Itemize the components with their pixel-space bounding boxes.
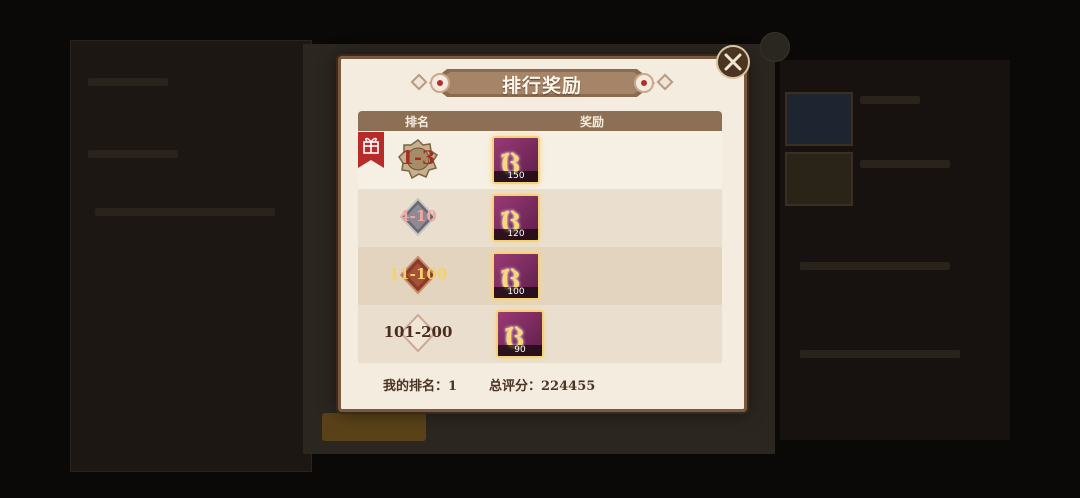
background-text [860, 96, 920, 104]
title-banner: 排行奖励 [410, 67, 674, 99]
header-reward: 奖励 [580, 115, 605, 129]
background-text [860, 160, 950, 168]
background-button [322, 413, 426, 441]
gift-tag-icon [358, 132, 384, 168]
my-rank: 我的排名：1 [383, 375, 457, 394]
header-rank: 排名 [405, 115, 430, 129]
reward-count: 120 [494, 229, 538, 240]
score-label: 总评分： [489, 379, 542, 394]
background-tile [785, 152, 853, 206]
reward-item[interactable]: ც 90 [496, 310, 544, 358]
background-close-icon [760, 32, 790, 62]
table-header: 排名 奖励 [358, 111, 722, 131]
reward-count: 100 [494, 287, 538, 298]
reward-count: 150 [494, 171, 538, 182]
reward-count: 90 [498, 345, 542, 356]
close-button[interactable] [716, 45, 750, 79]
total-score: 总评分：224455 [489, 375, 595, 394]
background-text [95, 208, 275, 216]
rank-label: 4-10 [399, 207, 437, 225]
table-row: 11-100 ც 100 [358, 247, 722, 305]
my-rank-value: 1 [448, 379, 458, 394]
close-icon [724, 53, 742, 71]
reward-table: 排名 奖励 1-3 ც 150 4-10 ც 120 11-100 ც 100 … [358, 111, 722, 363]
reward-item[interactable]: ც 120 [492, 194, 540, 242]
background-left-panel [70, 40, 312, 472]
table-row: 1-3 ც 150 [358, 131, 722, 189]
score-value: 224455 [541, 379, 596, 394]
table-row: 101-200 ც 90 [358, 305, 722, 363]
my-rank-label: 我的排名： [383, 379, 449, 394]
reward-item[interactable]: ც 150 [492, 136, 540, 184]
background-tile [785, 92, 853, 146]
reward-item[interactable]: ც 100 [492, 252, 540, 300]
background-text [88, 150, 178, 158]
dialog-title: 排行奖励 [501, 75, 582, 97]
table-row: 4-10 ც 120 [358, 189, 722, 247]
background-text [800, 262, 950, 270]
background-text [800, 350, 960, 358]
background-text [88, 78, 168, 86]
rank-label: 101-200 [383, 323, 453, 341]
rank-label: 11-100 [388, 265, 448, 283]
